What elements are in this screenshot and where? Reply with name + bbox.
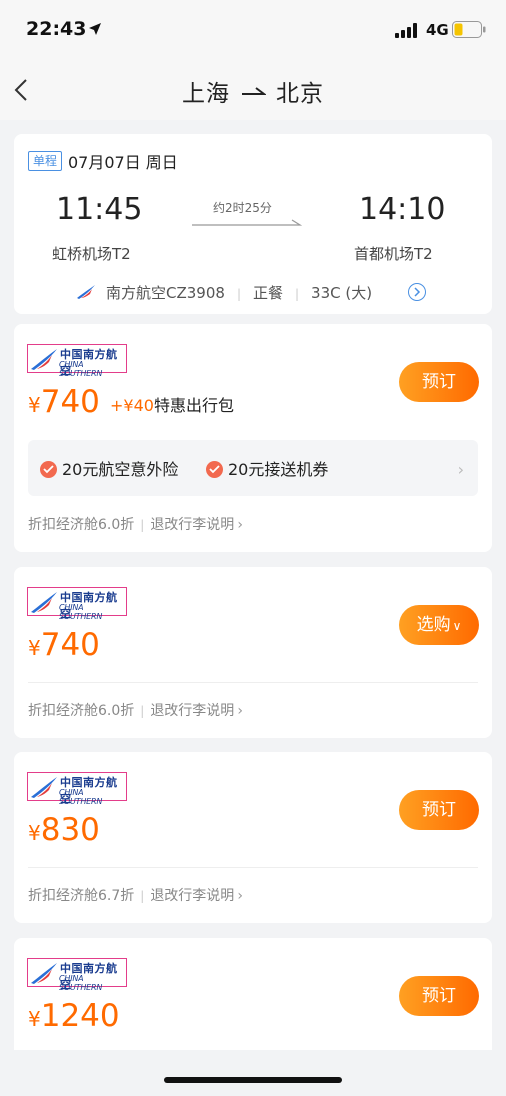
chevron-right-icon: › xyxy=(237,703,243,719)
signal-icon xyxy=(395,22,421,38)
chevron-right-icon: › xyxy=(457,460,464,479)
chevron-down-icon: ∨ xyxy=(452,619,462,633)
flight-detail-row: 南方航空CZ3908 | 正餐 | 33C (大) xyxy=(76,282,372,303)
network-label: 4G xyxy=(426,21,449,39)
rules-link[interactable]: 退改行李说明 xyxy=(150,517,234,533)
aircraft-info: 33C (大) xyxy=(311,284,373,302)
status-time: 22:43 xyxy=(26,18,87,40)
battery-icon xyxy=(452,21,486,38)
price-value: 1240 xyxy=(40,998,120,1034)
departure-airport: 虹桥机场T2 xyxy=(52,245,131,263)
book-button[interactable]: 预订 xyxy=(399,362,479,402)
airline-emblem-icon xyxy=(31,592,57,613)
chevron-right-icon: › xyxy=(237,888,243,904)
airline-emblem-icon xyxy=(31,777,57,798)
fare-price: ¥740 xyxy=(28,384,100,420)
airline-emblem-icon xyxy=(31,349,57,370)
currency: ¥ xyxy=(28,393,41,417)
arrival-time: 14:10 xyxy=(359,192,446,227)
divider xyxy=(28,867,478,868)
fare-note[interactable]: 折扣经济舱6.0折 | 退改行李说明 › xyxy=(28,514,243,534)
duration-arrow-icon xyxy=(192,219,302,226)
airline-logo: 中国南方航空 CHINA SOUTHERN xyxy=(27,772,127,806)
flight-date: 07月07日 周日 xyxy=(68,153,178,172)
airline-emblem-icon xyxy=(31,963,57,984)
promo-package: +¥40特惠出行包 xyxy=(110,392,234,416)
select-button[interactable]: 选购 ∨ xyxy=(399,605,479,645)
flight-info-card: 单程 07月07日 周日 11:45 约2时25分 14:10 虹桥机场T2 首… xyxy=(14,134,492,314)
fare-offer-card[interactable]: 中国南方航空 CHINA SOUTHERN ¥740 选购 ∨ 折扣经济舱6.0折… xyxy=(14,567,492,738)
airline-flight-number: 南方航空CZ3908 xyxy=(106,284,225,302)
benefits-bar[interactable]: 20元航空意外险 20元接送机券 › xyxy=(28,440,478,496)
rules-link[interactable]: 退改行李说明 xyxy=(150,888,234,904)
airline-logo: 中国南方航空 CHINA SOUTHERN xyxy=(27,958,127,992)
meal-info: 正餐 xyxy=(252,284,283,302)
currency: ¥ xyxy=(28,1007,41,1031)
price-value: 740 xyxy=(40,627,100,663)
divider: | xyxy=(140,889,145,903)
origin-city: 上海 xyxy=(182,81,230,107)
fare-price: ¥740 xyxy=(28,627,100,663)
select-label: 选购 xyxy=(416,615,451,635)
logo-en: CHINA SOUTHERN xyxy=(59,603,103,621)
fare-offer-card[interactable]: 中国南方航空 CHINA SOUTHERN ¥830 预订 折扣经济舱6.7折 |… xyxy=(14,752,492,923)
flight-duration: 约2时25分 xyxy=(213,201,272,215)
airline-logo: 中国南方航空 CHINA SOUTHERN xyxy=(27,344,127,378)
divider: | xyxy=(295,287,300,301)
promo-plus: +¥40 xyxy=(110,396,154,415)
book-button[interactable]: 预订 xyxy=(399,790,479,830)
fare-offer-card[interactable]: 中国南方航空 CHINA SOUTHERN ¥1240 预订 xyxy=(14,938,492,1050)
currency: ¥ xyxy=(28,636,41,660)
trip-type-tag: 单程 xyxy=(28,151,63,171)
logo-en: CHINA SOUTHERN xyxy=(59,360,103,378)
more-info-icon[interactable] xyxy=(408,283,426,301)
currency: ¥ xyxy=(28,821,41,845)
fare-price: ¥830 xyxy=(28,812,100,848)
cabin-class: 折扣经济舱6.0折 xyxy=(28,517,135,533)
check-icon xyxy=(206,461,223,478)
benefit-transfer: 20元接送机券 xyxy=(206,456,328,480)
rules-link[interactable]: 退改行李说明 xyxy=(150,703,234,719)
price-value: 830 xyxy=(40,812,100,848)
status-bar: 22:43 4G xyxy=(0,0,506,60)
airline-logo: 中国南方航空 CHINA SOUTHERN xyxy=(27,587,127,621)
fare-note[interactable]: 折扣经济舱6.7折 | 退改行李说明 › xyxy=(28,885,243,905)
fare-offer-card[interactable]: 中国南方航空 CHINA SOUTHERN ¥740 +¥40特惠出行包 预订 … xyxy=(14,324,492,552)
route-arrow-icon xyxy=(242,87,266,95)
home-indicator[interactable] xyxy=(164,1077,342,1083)
arrival-airport: 首都机场T2 xyxy=(354,245,433,263)
divider: | xyxy=(140,518,145,532)
destination-city: 北京 xyxy=(276,81,324,107)
logo-en: CHINA SOUTHERN xyxy=(59,974,103,992)
logo-en: CHINA SOUTHERN xyxy=(59,788,103,806)
fare-note[interactable]: 折扣经济舱6.0折 | 退改行李说明 › xyxy=(28,700,243,720)
divider: | xyxy=(140,704,145,718)
cabin-class: 折扣经济舱6.0折 xyxy=(28,703,135,719)
departure-time: 11:45 xyxy=(56,192,143,227)
chevron-right-icon: › xyxy=(237,517,243,533)
location-arrow-icon xyxy=(89,23,101,35)
book-button[interactable]: 预订 xyxy=(399,976,479,1016)
promo-text: 特惠出行包 xyxy=(153,396,234,415)
cabin-class: 折扣经济舱6.7折 xyxy=(28,888,135,904)
divider xyxy=(28,682,478,683)
fare-price: ¥1240 xyxy=(28,998,120,1034)
benefit-insurance: 20元航空意外险 xyxy=(40,456,178,480)
check-icon xyxy=(40,461,57,478)
price-value: 740 xyxy=(40,384,100,420)
divider: | xyxy=(236,287,241,301)
